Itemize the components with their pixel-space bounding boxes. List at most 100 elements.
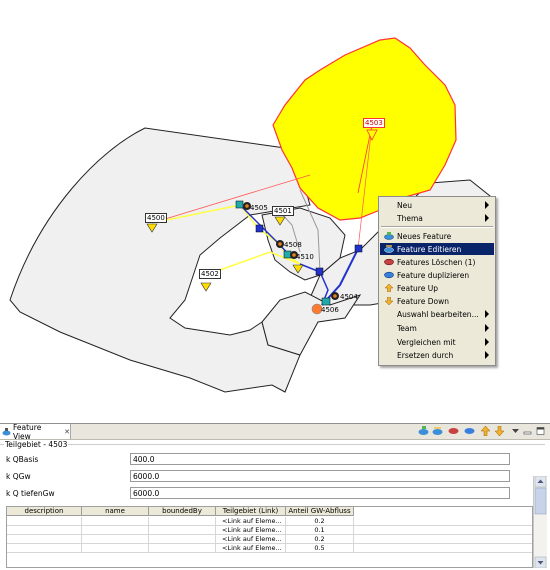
menu-item-feature-duplizieren[interactable]: Feature duplizieren xyxy=(380,269,494,281)
delete-features-icon xyxy=(384,258,394,266)
table-row[interactable]: <Link auf Eleme... 0.1 xyxy=(7,526,532,535)
context-menu[interactable]: Neu Thema Neues Feature Feature Editiere… xyxy=(378,196,496,366)
menu-item-label: Team xyxy=(397,323,417,333)
tab-feature-view[interactable]: Feature View ✕ xyxy=(0,423,71,441)
menu-item-label: Feature Down xyxy=(397,296,449,306)
feature-view-tabbar: Feature View ✕ xyxy=(0,423,550,441)
table-cell[interactable]: 0.5 xyxy=(286,544,354,552)
table-row[interactable]: <Link auf Eleme... 0.5 xyxy=(7,544,532,553)
minimize-icon[interactable] xyxy=(522,426,533,436)
menu-item-label: Ersetzen durch xyxy=(397,350,454,360)
menu-item-neu[interactable]: Neu xyxy=(380,199,494,211)
table-cell[interactable]: <Link auf Eleme... xyxy=(216,535,286,543)
close-tab-icon[interactable]: ✕ xyxy=(64,428,70,436)
new-feature-icon xyxy=(384,232,394,240)
arrow-up-toolbar-icon[interactable] xyxy=(480,425,491,437)
menu-item-label: Vergleichen mit xyxy=(397,337,456,347)
edit-feature-toolbar-icon[interactable] xyxy=(432,426,443,436)
menu-item-label: Auswahl bearbeiten... xyxy=(397,309,479,319)
table-cell[interactable]: 0.2 xyxy=(286,517,354,525)
submenu-arrow-icon xyxy=(485,324,489,332)
field-row-k-q-tiefengw: k Q tiefenGw 6000.0 xyxy=(0,487,520,501)
catchment-west[interactable] xyxy=(9,127,311,393)
menu-item-team[interactable]: Team xyxy=(380,322,494,334)
feature-properties-group: k QBasis 400.0 k QGw 6000.0 k Q tiefenGw… xyxy=(0,444,545,570)
menu-item-thema[interactable]: Thema xyxy=(380,212,494,224)
table-cell[interactable] xyxy=(82,535,149,543)
table-cell[interactable]: 0.2 xyxy=(286,535,354,543)
menu-item-neues-feature[interactable]: Neues Feature xyxy=(380,230,494,242)
table-row[interactable] xyxy=(7,553,532,561)
vertical-scrollbar[interactable] xyxy=(533,475,547,569)
edit-feature-icon xyxy=(384,245,394,253)
menu-separator xyxy=(381,226,493,228)
blank-icon xyxy=(384,214,394,222)
menu-item-label: Feature Up xyxy=(397,283,438,293)
view-menu-icon[interactable] xyxy=(510,426,521,436)
submenu-arrow-icon xyxy=(485,214,489,222)
table-cell[interactable] xyxy=(82,517,149,525)
blank-icon xyxy=(384,310,394,318)
menu-item-feature-down[interactable]: Feature Down xyxy=(380,295,494,307)
map-label-4510: 4510 xyxy=(296,253,314,261)
table-cell[interactable] xyxy=(149,526,216,534)
table-cell[interactable] xyxy=(7,544,82,552)
table-cell[interactable]: 0.1 xyxy=(286,526,354,534)
blank-icon xyxy=(384,351,394,359)
table-cell[interactable]: <Link auf Eleme... xyxy=(216,517,286,525)
menu-item-vergleichen-mit[interactable]: Vergleichen mit xyxy=(380,336,494,348)
submenu-arrow-icon xyxy=(485,338,489,346)
delete-feature-toolbar-icon[interactable] xyxy=(448,426,459,436)
map-label-4500: 4500 xyxy=(145,213,167,223)
blank-icon xyxy=(384,338,394,346)
field-label: k QGw xyxy=(6,472,31,481)
column-header[interactable]: Anteil GW-Abfluss xyxy=(286,507,354,516)
table-cell[interactable] xyxy=(149,535,216,543)
menu-item-feature-up[interactable]: Feature Up xyxy=(380,282,494,294)
table-cell[interactable] xyxy=(7,535,82,543)
column-header[interactable]: boundedBy xyxy=(149,507,216,516)
menu-item-label: Feature duplizieren xyxy=(397,270,470,280)
field-input[interactable]: 6000.0 xyxy=(130,487,510,499)
table-cell[interactable]: <Link auf Eleme... xyxy=(216,544,286,552)
field-row-k-qgw: k QGw 6000.0 xyxy=(0,470,520,484)
duplicate-feature-toolbar-icon[interactable] xyxy=(464,426,475,436)
table-cell[interactable] xyxy=(7,517,82,525)
menu-item-label: Neu xyxy=(397,200,412,210)
field-label: k QBasis xyxy=(6,455,39,464)
menu-item-ersetzen-durch[interactable]: Ersetzen durch xyxy=(380,349,494,361)
table-cell[interactable] xyxy=(82,544,149,552)
map-label-4503: 4503 xyxy=(363,118,385,128)
menu-item-label: Feature Editieren xyxy=(397,244,462,254)
maximize-icon[interactable] xyxy=(535,426,546,436)
map-label-4506: 4506 xyxy=(321,306,339,314)
map-label-4504: 4504 xyxy=(340,293,358,301)
group-title: Teilgebiet - 4503 xyxy=(4,440,69,449)
table-cell[interactable] xyxy=(82,526,149,534)
column-header[interactable]: description xyxy=(7,507,82,516)
column-header[interactable]: name xyxy=(82,507,149,516)
catchment-south[interactable] xyxy=(261,291,362,356)
table-cell[interactable] xyxy=(7,526,82,534)
feature-table[interactable]: description name boundedBy Teilgebiet (L… xyxy=(6,506,533,568)
table-row[interactable]: <Link auf Eleme... 0.2 xyxy=(7,535,532,544)
blank-icon xyxy=(384,201,394,209)
menu-item-auswahl-bearbeiten[interactable]: Auswahl bearbeiten... xyxy=(380,308,494,320)
menu-item-features-loeschen[interactable]: Features Löschen (1) xyxy=(380,256,494,268)
feature-view-icon xyxy=(2,427,11,436)
table-cell[interactable]: <Link auf Eleme... xyxy=(216,526,286,534)
submenu-arrow-icon xyxy=(485,201,489,209)
table-row[interactable]: <Link auf Eleme... 0.2 xyxy=(7,517,532,526)
new-feature-toolbar-icon[interactable] xyxy=(418,426,429,436)
field-row-k-qbasis: k QBasis 400.0 xyxy=(0,453,520,467)
menu-item-label: Neues Feature xyxy=(397,231,452,241)
menu-item-label: Features Löschen (1) xyxy=(397,257,476,267)
map-label-4505: 4505 xyxy=(250,204,268,212)
table-cell[interactable] xyxy=(149,544,216,552)
table-cell[interactable] xyxy=(149,517,216,525)
arrow-down-toolbar-icon[interactable] xyxy=(494,425,505,437)
menu-item-feature-editieren[interactable]: Feature Editieren xyxy=(380,243,494,255)
field-input[interactable]: 400.0 xyxy=(130,453,510,465)
column-header[interactable]: Teilgebiet (Link) xyxy=(216,507,286,516)
field-input[interactable]: 6000.0 xyxy=(130,470,510,482)
